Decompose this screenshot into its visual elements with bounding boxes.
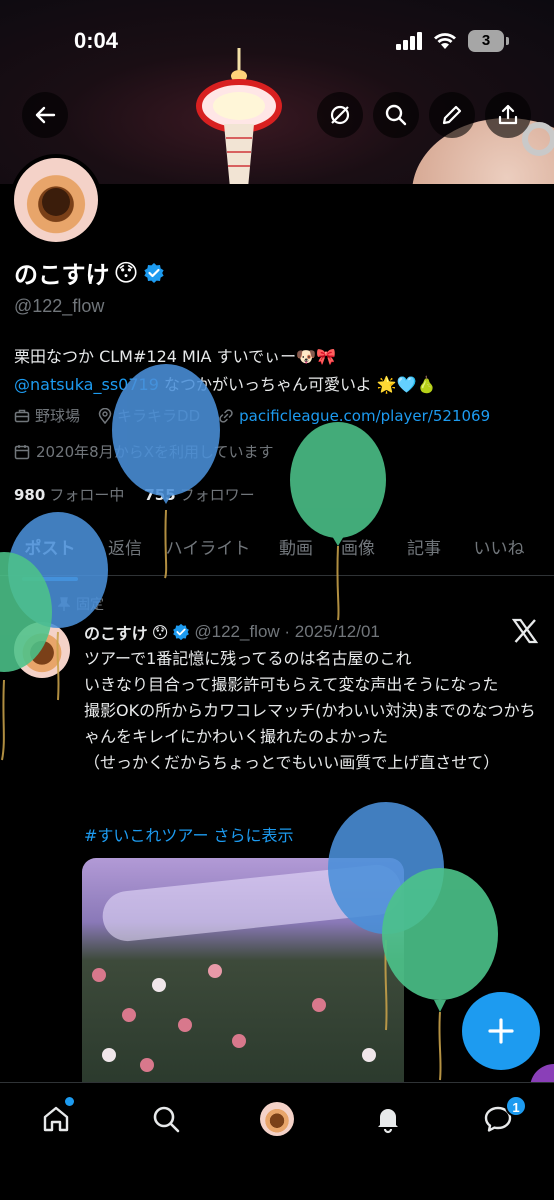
battery-indicator: 3 bbox=[468, 30, 504, 52]
post-line: 撮影OKの所からカワコレマッチ(かわいい対決)までのなつかちゃんをキレイにかわい… bbox=[84, 701, 536, 746]
bio-mention-link[interactable]: @natsuka_ss0719 bbox=[14, 375, 159, 394]
mute-icon bbox=[330, 105, 350, 125]
notifications-icon bbox=[378, 1109, 398, 1134]
compose-button[interactable] bbox=[462, 992, 540, 1070]
profile-meta: 野球場 キラキラDD pacificleague.com/player/5210… bbox=[14, 405, 490, 426]
back-icon bbox=[35, 106, 56, 124]
nav-notifications[interactable] bbox=[368, 1099, 408, 1139]
post-author-avatar[interactable] bbox=[14, 622, 70, 678]
post-header: のこすけ 😯 @122_flow · 2025/12/01 bbox=[84, 620, 380, 644]
following-label: フォロー中 bbox=[49, 486, 125, 504]
back-button[interactable] bbox=[22, 92, 68, 138]
balloon bbox=[290, 422, 386, 621]
website-link[interactable]: pacificleague.com/player/521069 bbox=[239, 407, 490, 425]
wifi-icon bbox=[434, 33, 456, 49]
nav-profile[interactable] bbox=[257, 1099, 297, 1139]
profile-name: のこすけ 😯 bbox=[14, 255, 165, 290]
post-footer-links: #すいこれツアー さらに表示 bbox=[84, 822, 294, 846]
followers-label: フォロワー bbox=[179, 486, 255, 504]
location-text: キラキラDD bbox=[117, 407, 201, 425]
post-body: ツアーで1番記憶に残ってるのは名古屋のこれ いきなり目合って撮影許可もらえて変な… bbox=[84, 646, 544, 776]
share-button[interactable] bbox=[485, 92, 531, 138]
profile-avatar-icon bbox=[260, 1102, 294, 1136]
media-stage-sign bbox=[100, 862, 404, 944]
show-more-link[interactable]: さらに表示 bbox=[214, 826, 294, 845]
profile-avatar[interactable] bbox=[10, 154, 102, 246]
edit-button[interactable] bbox=[429, 92, 475, 138]
bio-line-2: @natsuka_ss0719 なつかがいっちゃん可愛いよ 🌟🩵🍐 bbox=[14, 371, 544, 399]
following-link[interactable]: 980 フォロー中 bbox=[14, 484, 124, 505]
calendar-icon bbox=[14, 444, 30, 459]
post-line: いきなり目合って撮影許可もらえて変な声出そうになった bbox=[84, 675, 499, 694]
share-icon bbox=[498, 104, 518, 125]
pin-icon bbox=[58, 597, 70, 611]
post-media[interactable] bbox=[82, 858, 404, 1086]
category-item: 野球場 bbox=[14, 405, 80, 426]
media-flower bbox=[178, 1018, 192, 1032]
profile-handle: @122_flow bbox=[14, 296, 105, 316]
bio-line-1: 栗田なつか CLM#124 MIA すいでぃー🐶🎀 bbox=[14, 347, 336, 366]
profile-bio: 栗田なつか CLM#124 MIA すいでぃー🐶🎀 @natsuka_ss071… bbox=[14, 343, 544, 399]
tab-articles[interactable]: 記事 bbox=[390, 524, 458, 575]
followers-count: 755 bbox=[144, 486, 176, 504]
pinned-label: 固定 bbox=[76, 597, 104, 613]
verified-badge-icon bbox=[173, 623, 190, 641]
media-flower bbox=[140, 1058, 154, 1072]
media-flower bbox=[312, 998, 326, 1012]
status-bar: 0:04 3 bbox=[0, 0, 554, 84]
bottom-nav bbox=[0, 1082, 554, 1200]
media-flower bbox=[102, 1048, 116, 1062]
hashtag-link[interactable]: #すいこれツアー bbox=[84, 826, 208, 845]
x-logo-icon[interactable] bbox=[512, 618, 538, 644]
tab-highlights[interactable]: ハイライト bbox=[150, 524, 266, 575]
messages-badge: 1 bbox=[505, 1095, 527, 1117]
post-author-name[interactable]: のこすけ bbox=[84, 620, 148, 644]
status-time: 0:04 bbox=[74, 28, 119, 53]
search-button[interactable] bbox=[373, 92, 419, 138]
briefcase-icon bbox=[14, 409, 30, 422]
media-flower bbox=[122, 1008, 136, 1022]
tab-videos[interactable]: 動画 bbox=[266, 524, 326, 575]
bio-line-2-text: なつかがいっちゃん可愛いよ 🌟🩵🍐 bbox=[158, 375, 437, 394]
battery-tip bbox=[506, 37, 509, 45]
media-flower bbox=[208, 964, 222, 978]
profile-tabs: ポスト 返信 ハイライト 動画 画像 記事 いいね bbox=[0, 524, 554, 576]
category-text: 野球場 bbox=[35, 407, 81, 425]
cellular-signal-icon bbox=[396, 32, 422, 50]
joined-date: 2020年8月からXを利用しています bbox=[14, 441, 274, 462]
tab-images[interactable]: 画像 bbox=[326, 524, 390, 575]
media-flower bbox=[92, 968, 106, 982]
post-line: （せっかくだからちょっとでもいい画質で上げ直させて） bbox=[84, 753, 500, 772]
verified-badge-icon bbox=[143, 262, 164, 283]
pinned-indicator: 固定 bbox=[58, 594, 104, 614]
nav-search[interactable] bbox=[146, 1099, 186, 1139]
location-pin-icon bbox=[98, 407, 112, 424]
avatar-face bbox=[42, 188, 70, 216]
tab-replies[interactable]: 返信 bbox=[100, 524, 150, 575]
home-unread-dot bbox=[65, 1097, 74, 1106]
website-item[interactable]: pacificleague.com/player/521069 bbox=[218, 407, 490, 425]
tab-posts[interactable]: ポスト bbox=[0, 524, 100, 575]
edit-icon bbox=[442, 105, 462, 125]
post-line: ツアーで1番記憶に残ってるのは名古屋のこれ bbox=[84, 649, 412, 668]
media-flower bbox=[152, 978, 166, 992]
media-flower bbox=[232, 1034, 246, 1048]
mute-button[interactable] bbox=[317, 92, 363, 138]
search-icon bbox=[385, 104, 407, 126]
home-icon bbox=[43, 1106, 69, 1132]
location-item: キラキラDD bbox=[98, 405, 200, 426]
face-emoji: 😯 bbox=[113, 258, 139, 287]
followers-link[interactable]: 755 フォロワー bbox=[144, 484, 254, 505]
tab-likes[interactable]: いいね bbox=[458, 524, 540, 575]
face-emoji: 😯 bbox=[151, 622, 169, 642]
following-count: 980 bbox=[14, 486, 46, 504]
profile-name-text: のこすけ bbox=[14, 261, 110, 289]
joined-text: 2020年8月からXを利用しています bbox=[36, 443, 274, 461]
post-meta: @122_flow · 2025/12/01 bbox=[194, 622, 380, 641]
follow-stats: 980 フォロー中 755 フォロワー bbox=[14, 484, 255, 505]
link-icon bbox=[219, 408, 233, 423]
media-flower bbox=[362, 1048, 376, 1062]
plus-icon bbox=[488, 1018, 514, 1044]
search-icon bbox=[153, 1106, 180, 1133]
